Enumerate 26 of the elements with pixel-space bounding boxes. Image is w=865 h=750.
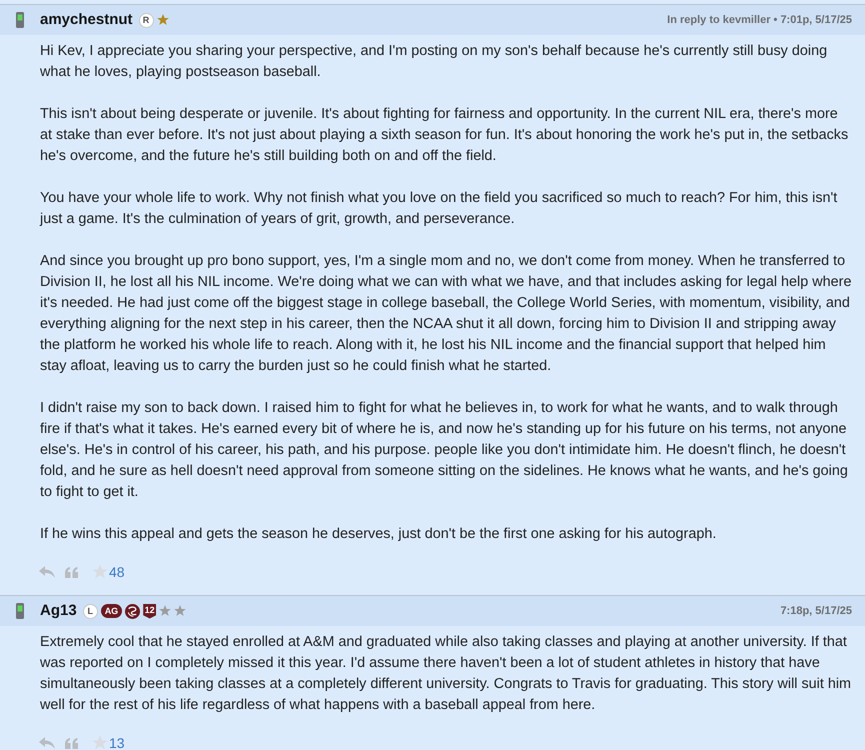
team-badge: AG [100,604,122,618]
reply-icon[interactable] [39,566,55,578]
star-icon[interactable] [92,564,108,580]
emblem-icon [125,604,140,618]
phone-icon [16,603,24,619]
role-badge: R [138,12,154,28]
role-badge: L [82,604,98,618]
post-paragraph: If he wins this appeal and gets the season he deserves, just don't be the first one asking for his autograph. [40,525,718,544]
post-paragraph: This isn't about being desperate or juvenile. It's about fighting for fairness and opportunity. In the current NIL era, there's more at stake than ever before. It's not just about playing a sixth season for fun. It's about honoring the work he's put in, the setbacks he's overcome, and the future he's still building both on and off the field. [40,105,850,166]
quote-icon[interactable] [65,566,78,578]
post-paragraph: Hi Kev, I appreciate you sharing your perspective, and I'm posting on my son's behalf because he's currently still busy doing what he loves, playing postseason baseball. [40,42,828,82]
post-paragraph: Extremely cool that he stayed enrolled at A&M and graduated while also taking classes and playing at another university. If that was reported on I completely missed it this year. I'd assume there haven't been a lot of student athletes in history that have simultaneously been taking classes at a completely different university. Congrats to Travis for graduating. This story will suit him well for the rest of his life regardless of what happens with a baseball appeal from here. [40,633,852,715]
quote-icon[interactable] [65,738,78,748]
post-paragraph: And since you brought up pro bono support, yes, I'm a single mom and no, we don't come from money. When he transferred to Division II, he lost all his NIL income. We're doing what we can with what we have, and that includes asking for legal help where it's needed. He had just come off the biggest stage in college baseball, the College World Series, with momentum, visibility, and everything aligning for the next step in his career, then the NCAA shut it all down, forcing him to Division II and stripping away the platform he worked his whole life to reach. Along with it, he lost his NIL income and the financial support that helped him stay afloat, leaving us to carry the burden just so he could finish what he started. [40,252,852,376]
post-meta: In reply to kevmiller • 7:01p, 5/17/25 [667,12,852,28]
username[interactable]: Ag13 [40,600,77,622]
like-count[interactable]: 13 [109,732,125,750]
username[interactable]: amychestnut [40,8,133,32]
phone-icon [16,12,24,28]
reply-icon[interactable] [39,737,55,749]
rank-badge: 12 [143,604,156,618]
post-paragraph: I didn't raise my son to back down. I raised him to fight for what he believes in, to work for what he wants, and to walk through fire if that's what it takes. He's earned every bit of where he is, and now he's standing up for his future on his terms, not anyone else's. He's in control of his career, his path, and his purpose. people like you don't intimidate him. He doesn't flinch, he doesn't fold, and he sure as hell doesn't need approval from someone sitting on the sidelines. He knows what he wants, and he's going to fight to get it. [40,399,849,502]
like-count[interactable]: 48 [109,562,125,582]
post-meta: 7:18p, 5/17/25 [780,604,852,619]
star-icon[interactable] [92,735,108,750]
post-paragraph: You have your whole life to work. Why not finish what you love on the field you sacrificed so much to reach? For him, this isn't just a game. It's the culmination of years of grit, growth, and perseverance. [40,189,838,229]
